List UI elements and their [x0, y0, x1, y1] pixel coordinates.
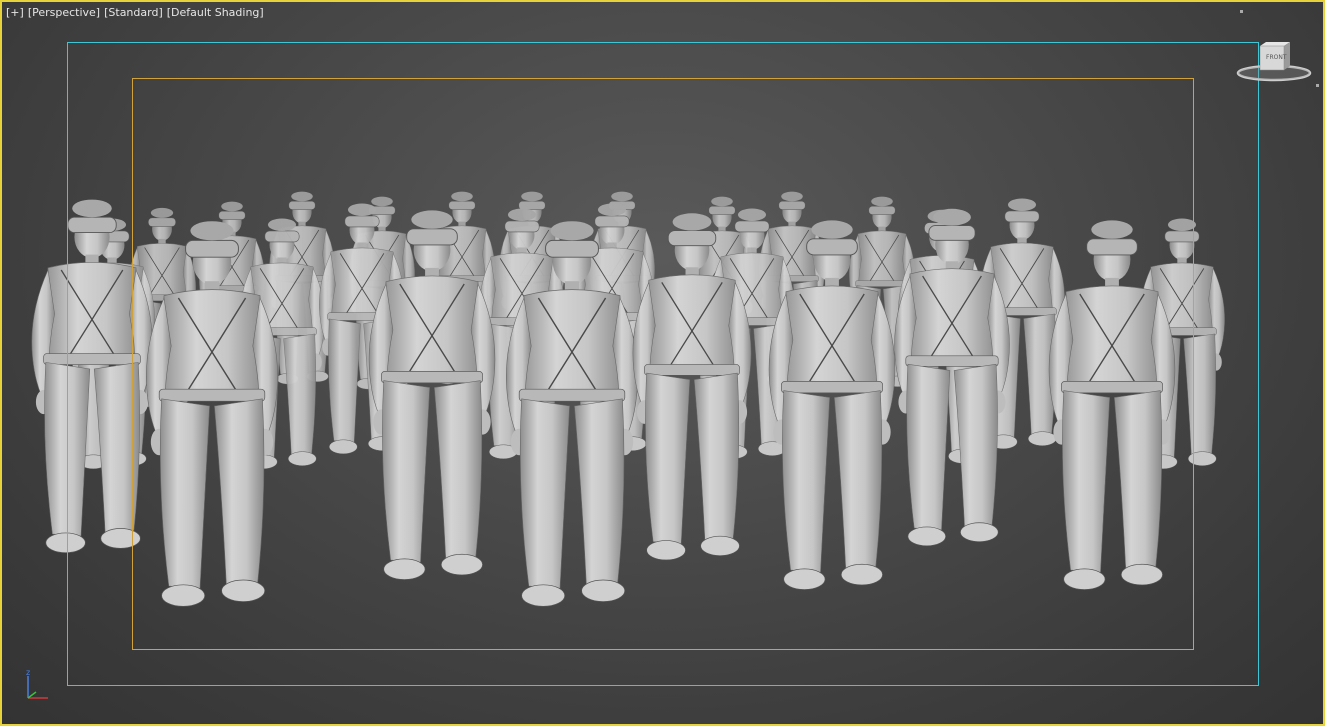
axis-tripod-icon — [27, 676, 48, 699]
perspective-viewport[interactable]: [+] [Perspective] [Standard] [Default Sh… — [0, 0, 1325, 726]
axis-z-label: z — [26, 668, 31, 677]
viewport-marker-dot — [1316, 84, 1319, 87]
viewport-style-label[interactable]: [Standard] — [104, 6, 163, 19]
viewport-menu-button[interactable]: [+] — [6, 6, 24, 19]
scene-crowd-models[interactable] — [2, 2, 1325, 726]
viewport-label-menu: [+] [Perspective] [Standard] [Default Sh… — [6, 6, 264, 19]
viewport-view-label[interactable]: [Perspective] — [28, 6, 100, 19]
viewport-marker-dot — [1240, 10, 1243, 13]
viewport-shading-label[interactable]: [Default Shading] — [167, 6, 264, 19]
viewcube[interactable] — [1232, 38, 1312, 88]
